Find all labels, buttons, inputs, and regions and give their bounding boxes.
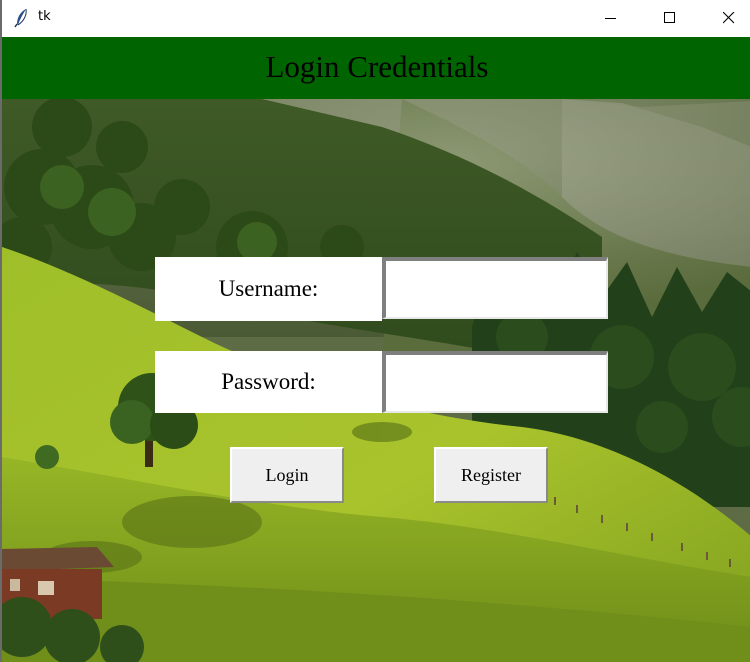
minimize-icon (605, 18, 616, 19)
password-label: Password: (155, 351, 382, 413)
maximize-button[interactable] (647, 0, 693, 37)
username-field[interactable] (382, 257, 608, 319)
page-title: Login Credentials (265, 49, 489, 84)
login-button[interactable]: Login (230, 447, 344, 503)
maximize-icon (664, 12, 675, 23)
username-label: Username: (155, 257, 382, 321)
close-button[interactable] (706, 0, 750, 37)
register-button[interactable]: Register (434, 447, 548, 503)
close-icon (723, 12, 735, 24)
window-title-bar[interactable]: tk (0, 0, 750, 37)
password-field[interactable] (382, 351, 608, 413)
background-landscape-image (2, 37, 750, 662)
header-banner: Login Credentials (2, 37, 750, 99)
feather-icon (14, 8, 30, 28)
window-title: tk (38, 9, 51, 24)
minimize-button[interactable] (588, 0, 634, 37)
window-client-area: Login Credentials Username: Password: Lo… (0, 37, 750, 662)
